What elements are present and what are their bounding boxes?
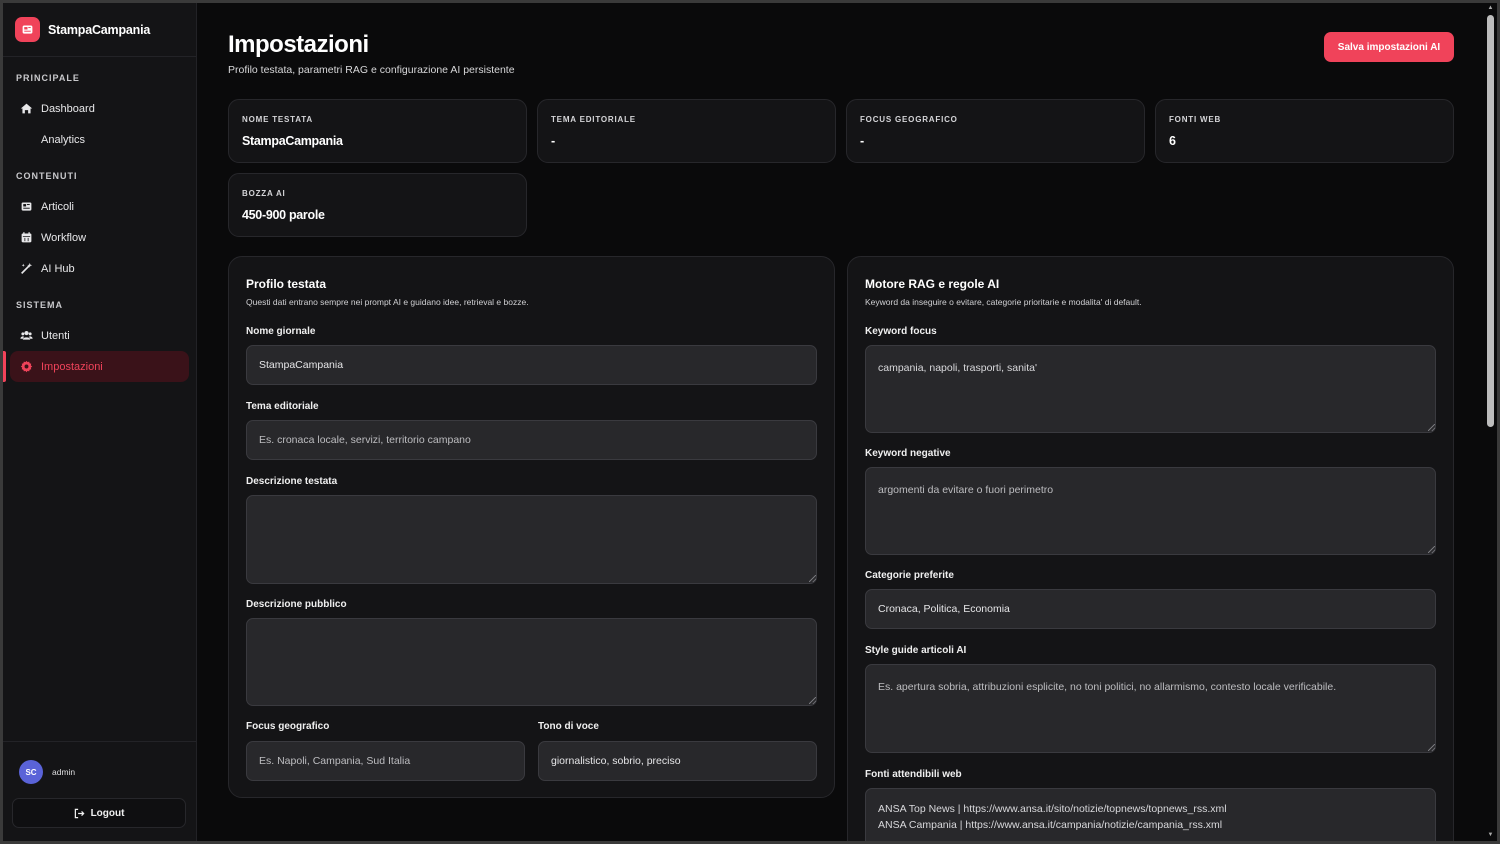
page-title: Impostazioni [228,31,369,58]
sidebar-item-utenti[interactable]: Utenti [10,320,189,351]
logout-icon [74,808,85,818]
page-subtitle: Profilo testata, parametri RAG e configu… [228,64,515,76]
sidebar-item-label: Workflow [41,231,87,244]
fonti-attendibili-textarea[interactable]: ANSA Top News | https://www.ansa.it/sito… [865,788,1436,841]
stat-value: 6 [1169,134,1176,148]
tema-editoriale-input[interactable]: Es. cronaca locale, servizi, territorio … [246,420,817,460]
logout-label: Logout [90,807,125,819]
gear-icon [19,360,33,374]
section-label-principale: PRINCIPALE [16,73,80,83]
focus-geografico-input[interactable]: Es. Napoli, Campania, Sud Italia [246,741,525,781]
scrollbar[interactable]: ▲ ▼ [1485,3,1497,841]
sidebar-item-label: Analytics [41,133,86,146]
sidebar-item-analytics[interactable]: Analytics [10,124,189,155]
scrollbar-thumb[interactable] [1487,15,1494,427]
panel-title: Profilo testata [246,277,327,291]
avatar[interactable]: SC [19,760,43,784]
panel-subtitle: Keyword da inseguire o evitare, categori… [865,297,1142,307]
style-guide-label: Style guide articoli AI [865,645,967,656]
sidebar-item-articoli[interactable]: Articoli [10,191,189,222]
sidebar-item-dashboard[interactable]: Dashboard [10,93,189,124]
stat-label: BOZZA AI [242,189,286,198]
tono-di-voce-input[interactable]: giornalistico, sobrio, preciso [538,741,817,781]
descrizione-pubblico-label: Descrizione pubblico [246,599,347,610]
keyword-focus-textarea[interactable]: campania, napoli, trasporti, sanita' [865,345,1436,433]
sidebar: StampaCampania PRINCIPALE Dashboard Anal… [3,3,197,841]
categorie-preferite-input[interactable]: Cronaca, Politica, Economia [865,589,1436,629]
brand-name: StampaCampania [48,22,151,37]
scroll-up-arrow-icon[interactable]: ▲ [1487,5,1494,12]
users-icon [19,329,33,343]
sidebar-item-label: Dashboard [41,102,95,115]
keyword-negative-label: Keyword negative [865,448,951,459]
logout-button[interactable]: Logout [12,798,186,828]
fonti-attendibili-label: Fonti attendibili web [865,769,962,780]
app-window: StampaCampania PRINCIPALE Dashboard Anal… [3,3,1497,841]
sidebar-item-impostazioni[interactable]: Impostazioni [10,351,189,382]
focus-geografico-label: Focus geografico [246,721,330,732]
resize-handle-icon[interactable] [1428,546,1435,553]
descrizione-testata-textarea[interactable] [246,495,817,584]
fonti-line: ANSA Campania | https://www.ansa.it/camp… [878,819,1223,831]
section-label-contenuti: CONTENUTI [16,171,78,181]
sidebar-item-label: Utenti [41,329,70,342]
fonti-line: ANSA Top News | https://www.ansa.it/sito… [878,803,1227,815]
section-label-sistema: SISTEMA [16,300,64,310]
active-indicator [3,351,6,382]
scroll-down-arrow-icon[interactable]: ▼ [1487,832,1494,839]
categorie-preferite-label: Categorie preferite [865,570,954,581]
resize-handle-icon[interactable] [809,697,816,704]
descrizione-testata-label: Descrizione testata [246,476,338,487]
nome-giornale-input[interactable]: StampaCampania [246,345,817,385]
stat-card-bozza-ai: BOZZA AI 450-900 parole [228,173,527,237]
stat-value: StampaCampania [242,134,343,148]
brand[interactable]: StampaCampania [3,3,196,57]
calendar-icon [19,231,33,245]
stat-label: FONTI WEB [1169,115,1222,124]
main-content: Impostazioni Profilo testata, parametri … [228,3,1454,841]
profile-panel: Profilo testata Questi dati entrano semp… [228,256,835,798]
nome-giornale-label: Nome giornale [246,326,316,337]
rag-panel: Motore RAG e regole AI Keyword da insegu… [847,256,1454,841]
stat-value: 450-900 parole [242,208,325,222]
panel-subtitle: Questi dati entrano sempre nei prompt AI… [246,297,529,307]
stat-value: - [860,134,864,148]
tono-di-voce-label: Tono di voce [538,721,599,732]
magic-wand-icon [19,262,33,276]
sidebar-item-label: Impostazioni [41,360,103,373]
stat-label: FOCUS GEOGRAFICO [860,115,958,124]
sidebar-item-label: Articoli [41,200,75,213]
keyword-focus-label: Keyword focus [865,326,937,337]
newspaper-icon [19,200,33,214]
sidebar-item-workflow[interactable]: Workflow [10,222,189,253]
descrizione-pubblico-textarea[interactable] [246,618,817,706]
stat-value: - [551,134,555,148]
sidebar-item-ai-hub[interactable]: AI Hub [10,253,189,284]
user-name: admin [52,767,76,777]
sidebar-item-label: AI Hub [41,262,75,275]
resize-handle-icon[interactable] [809,575,816,582]
tema-editoriale-label: Tema editoriale [246,401,319,412]
save-settings-button[interactable]: Salva impostazioni AI [1324,32,1454,62]
resize-handle-icon[interactable] [1428,424,1435,431]
stat-card-tema-editoriale: TEMA EDITORIALE - [537,99,836,163]
sidebar-footer: SC admin Logout [3,741,196,841]
resize-handle-icon[interactable] [1428,744,1435,751]
stat-card-fonti-web: FONTI WEB 6 [1155,99,1454,163]
stat-card-focus-geografico: FOCUS GEOGRAFICO - [846,99,1145,163]
stat-card-nome-testata: NOME TESTATA StampaCampania [228,99,527,163]
keyword-negative-textarea[interactable]: argomenti da evitare o fuori perimetro [865,467,1436,555]
newspaper-logo-icon [15,17,40,42]
home-icon [19,102,33,116]
stat-label: NOME TESTATA [242,115,313,124]
style-guide-textarea[interactable]: Es. apertura sobria, attribuzioni esplic… [865,664,1436,753]
stat-label: TEMA EDITORIALE [551,115,636,124]
panel-title: Motore RAG e regole AI [865,277,1000,291]
